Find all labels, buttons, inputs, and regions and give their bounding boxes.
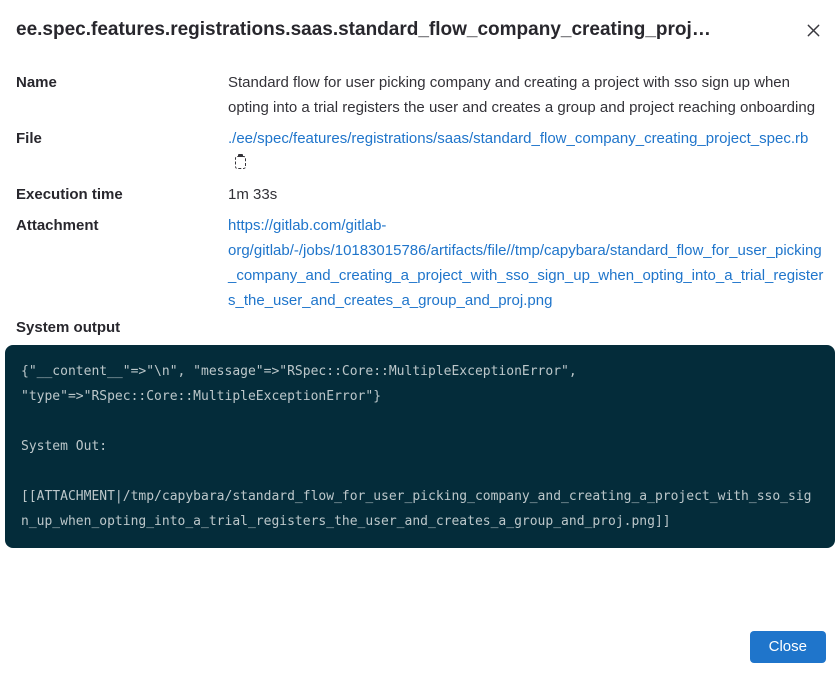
terminal-system-out-text: System Out: [21, 434, 819, 459]
row-attachment-label: Attachment [16, 213, 228, 313]
modal-body: Name Standard flow for user picking comp… [0, 56, 840, 631]
modal-title: ee.spec.features.registrations.saas.stan… [16, 15, 800, 44]
row-execution-time: Execution time 1m 33s [16, 182, 824, 207]
row-file-value: ./ee/spec/features/registrations/saas/st… [228, 126, 824, 176]
clipboard-glyph [235, 156, 246, 169]
system-output-label: System output [16, 315, 824, 340]
terminal-exception-text: {"__content__"=>"\n", "message"=>"RSpec:… [21, 359, 819, 409]
attachment-link[interactable]: https://gitlab.com/gitlab-org/gitlab/-/j… [228, 217, 823, 309]
row-name-label: Name [16, 70, 228, 120]
test-name-value: Standard flow for user picking company a… [228, 70, 824, 120]
x-glyph [806, 23, 821, 38]
row-file: File ./ee/spec/features/registrations/sa… [16, 126, 824, 176]
system-output-terminal: {"__content__"=>"\n", "message"=>"RSpec:… [5, 345, 835, 548]
modal-header: ee.spec.features.registrations.saas.stan… [0, 0, 840, 56]
terminal-attachment-text: [[ATTACHMENT|/tmp/capybara/standard_flow… [21, 484, 819, 534]
row-attachment: Attachment https://gitlab.com/gitlab-org… [16, 213, 824, 313]
row-file-label: File [16, 126, 228, 176]
modal-footer: Close [0, 631, 840, 681]
execution-time-value: 1m 33s [228, 182, 824, 207]
close-button[interactable]: Close [750, 631, 826, 663]
test-details-modal: ee.spec.features.registrations.saas.stan… [0, 0, 840, 681]
row-execution-time-label: Execution time [16, 182, 228, 207]
close-icon[interactable] [800, 17, 826, 43]
row-attachment-value: https://gitlab.com/gitlab-org/gitlab/-/j… [228, 213, 824, 313]
row-name: Name Standard flow for user picking comp… [16, 70, 824, 120]
copy-to-clipboard-icon[interactable] [235, 156, 246, 172]
file-link[interactable]: ./ee/spec/features/registrations/saas/st… [228, 130, 808, 147]
